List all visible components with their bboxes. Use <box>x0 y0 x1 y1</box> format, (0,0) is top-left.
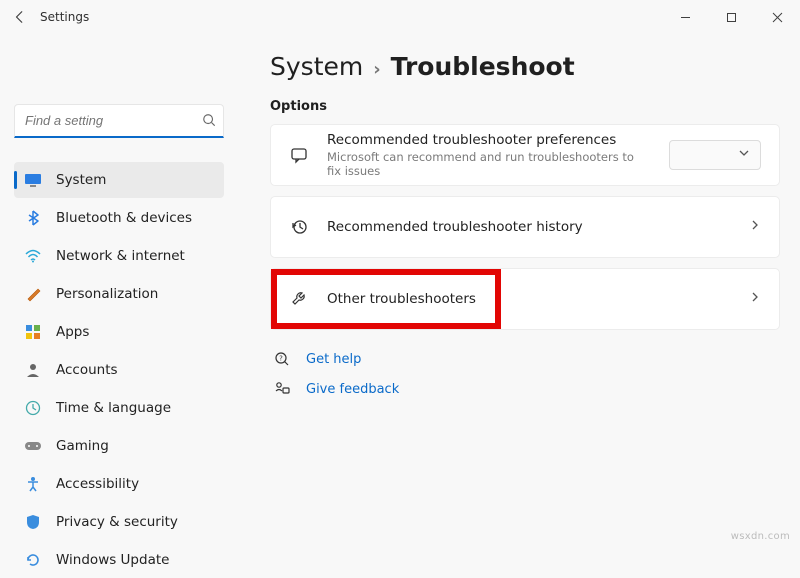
chat-icon <box>289 145 309 165</box>
svg-text:?: ? <box>279 355 283 363</box>
nav-label: Gaming <box>56 438 109 454</box>
page-title: Troubleshoot <box>391 52 575 81</box>
game-icon <box>24 437 42 455</box>
update-icon <box>24 551 42 569</box>
get-help-link[interactable]: ? Get help <box>270 344 780 374</box>
nav-item-apps[interactable]: Apps <box>14 314 224 350</box>
nav-item-system[interactable]: System <box>14 162 224 198</box>
display-icon <box>24 171 42 189</box>
search-wrap <box>14 104 224 138</box>
nav-item-gaming[interactable]: Gaming <box>14 428 224 464</box>
close-button[interactable] <box>754 0 800 34</box>
maximize-icon <box>726 12 737 23</box>
chevron-right-icon <box>749 219 761 235</box>
nav-list: System Bluetooth & devices Network & int… <box>12 162 230 578</box>
history-icon <box>289 217 309 237</box>
person-icon <box>24 361 42 379</box>
nav-item-accessibility[interactable]: Accessibility <box>14 466 224 502</box>
window-controls <box>662 0 800 34</box>
breadcrumb: System › Troubleshoot <box>270 52 780 81</box>
shield-icon <box>24 513 42 531</box>
nav-item-time-language[interactable]: Time & language <box>14 390 224 426</box>
sidebar: System Bluetooth & devices Network & int… <box>12 34 230 548</box>
nav-item-personalization[interactable]: Personalization <box>14 276 224 312</box>
nav-label: Bluetooth & devices <box>56 210 192 226</box>
card-troubleshooter-preferences[interactable]: Recommended troubleshooter preferences M… <box>270 124 780 186</box>
brush-icon <box>24 285 42 303</box>
back-button[interactable] <box>0 0 40 34</box>
nav-label: System <box>56 172 106 188</box>
card-title: Recommended troubleshooter history <box>327 219 731 235</box>
minimize-button[interactable] <box>662 0 708 34</box>
nav-label: Privacy & security <box>56 514 178 530</box>
nav-item-privacy[interactable]: Privacy & security <box>14 504 224 540</box>
card-other-troubleshooters[interactable]: Other troubleshooters <box>270 268 780 330</box>
nav-label: Time & language <box>56 400 171 416</box>
section-header: Options <box>270 99 780 114</box>
nav-label: Accessibility <box>56 476 139 492</box>
bluetooth-icon <box>24 209 42 227</box>
help-icon: ? <box>274 351 292 367</box>
clock-icon <box>24 399 42 417</box>
close-icon <box>772 12 783 23</box>
wrench-icon <box>289 289 309 309</box>
maximize-button[interactable] <box>708 0 754 34</box>
nav-item-bluetooth[interactable]: Bluetooth & devices <box>14 200 224 236</box>
breadcrumb-parent[interactable]: System <box>270 52 363 81</box>
nav-item-accounts[interactable]: Accounts <box>14 352 224 388</box>
minimize-icon <box>680 12 691 23</box>
give-feedback-link[interactable]: Give feedback <box>270 374 780 404</box>
main-content: System › Troubleshoot Options Recommende… <box>230 34 792 548</box>
chevron-down-icon <box>738 147 750 163</box>
nav-label: Accounts <box>56 362 118 378</box>
chevron-right-icon: › <box>373 59 380 80</box>
card-troubleshooter-history[interactable]: Recommended troubleshooter history <box>270 196 780 258</box>
search-icon <box>202 113 216 131</box>
arrow-left-icon <box>13 10 27 24</box>
feedback-icon <box>274 381 292 397</box>
card-subtitle: Microsoft can recommend and run troubles… <box>327 150 651 178</box>
link-text[interactable]: Get help <box>306 352 361 367</box>
app-title: Settings <box>40 10 89 24</box>
titlebar: Settings <box>0 0 800 34</box>
card-title: Other troubleshooters <box>327 291 731 307</box>
wifi-icon <box>24 247 42 265</box>
chevron-right-icon <box>749 291 761 307</box>
access-icon <box>24 475 42 493</box>
nav-item-network[interactable]: Network & internet <box>14 238 224 274</box>
nav-item-windows-update[interactable]: Windows Update <box>14 542 224 578</box>
search-input[interactable] <box>14 104 224 138</box>
apps-icon <box>24 323 42 341</box>
link-text[interactable]: Give feedback <box>306 382 399 397</box>
watermark: wsxdn.com <box>731 531 790 542</box>
help-links: ? Get help Give feedback <box>270 344 780 404</box>
nav-label: Apps <box>56 324 89 340</box>
nav-label: Network & internet <box>56 248 185 264</box>
nav-label: Windows Update <box>56 552 169 568</box>
preferences-combobox[interactable] <box>669 140 761 170</box>
card-title: Recommended troubleshooter preferences <box>327 132 651 148</box>
nav-label: Personalization <box>56 286 158 302</box>
